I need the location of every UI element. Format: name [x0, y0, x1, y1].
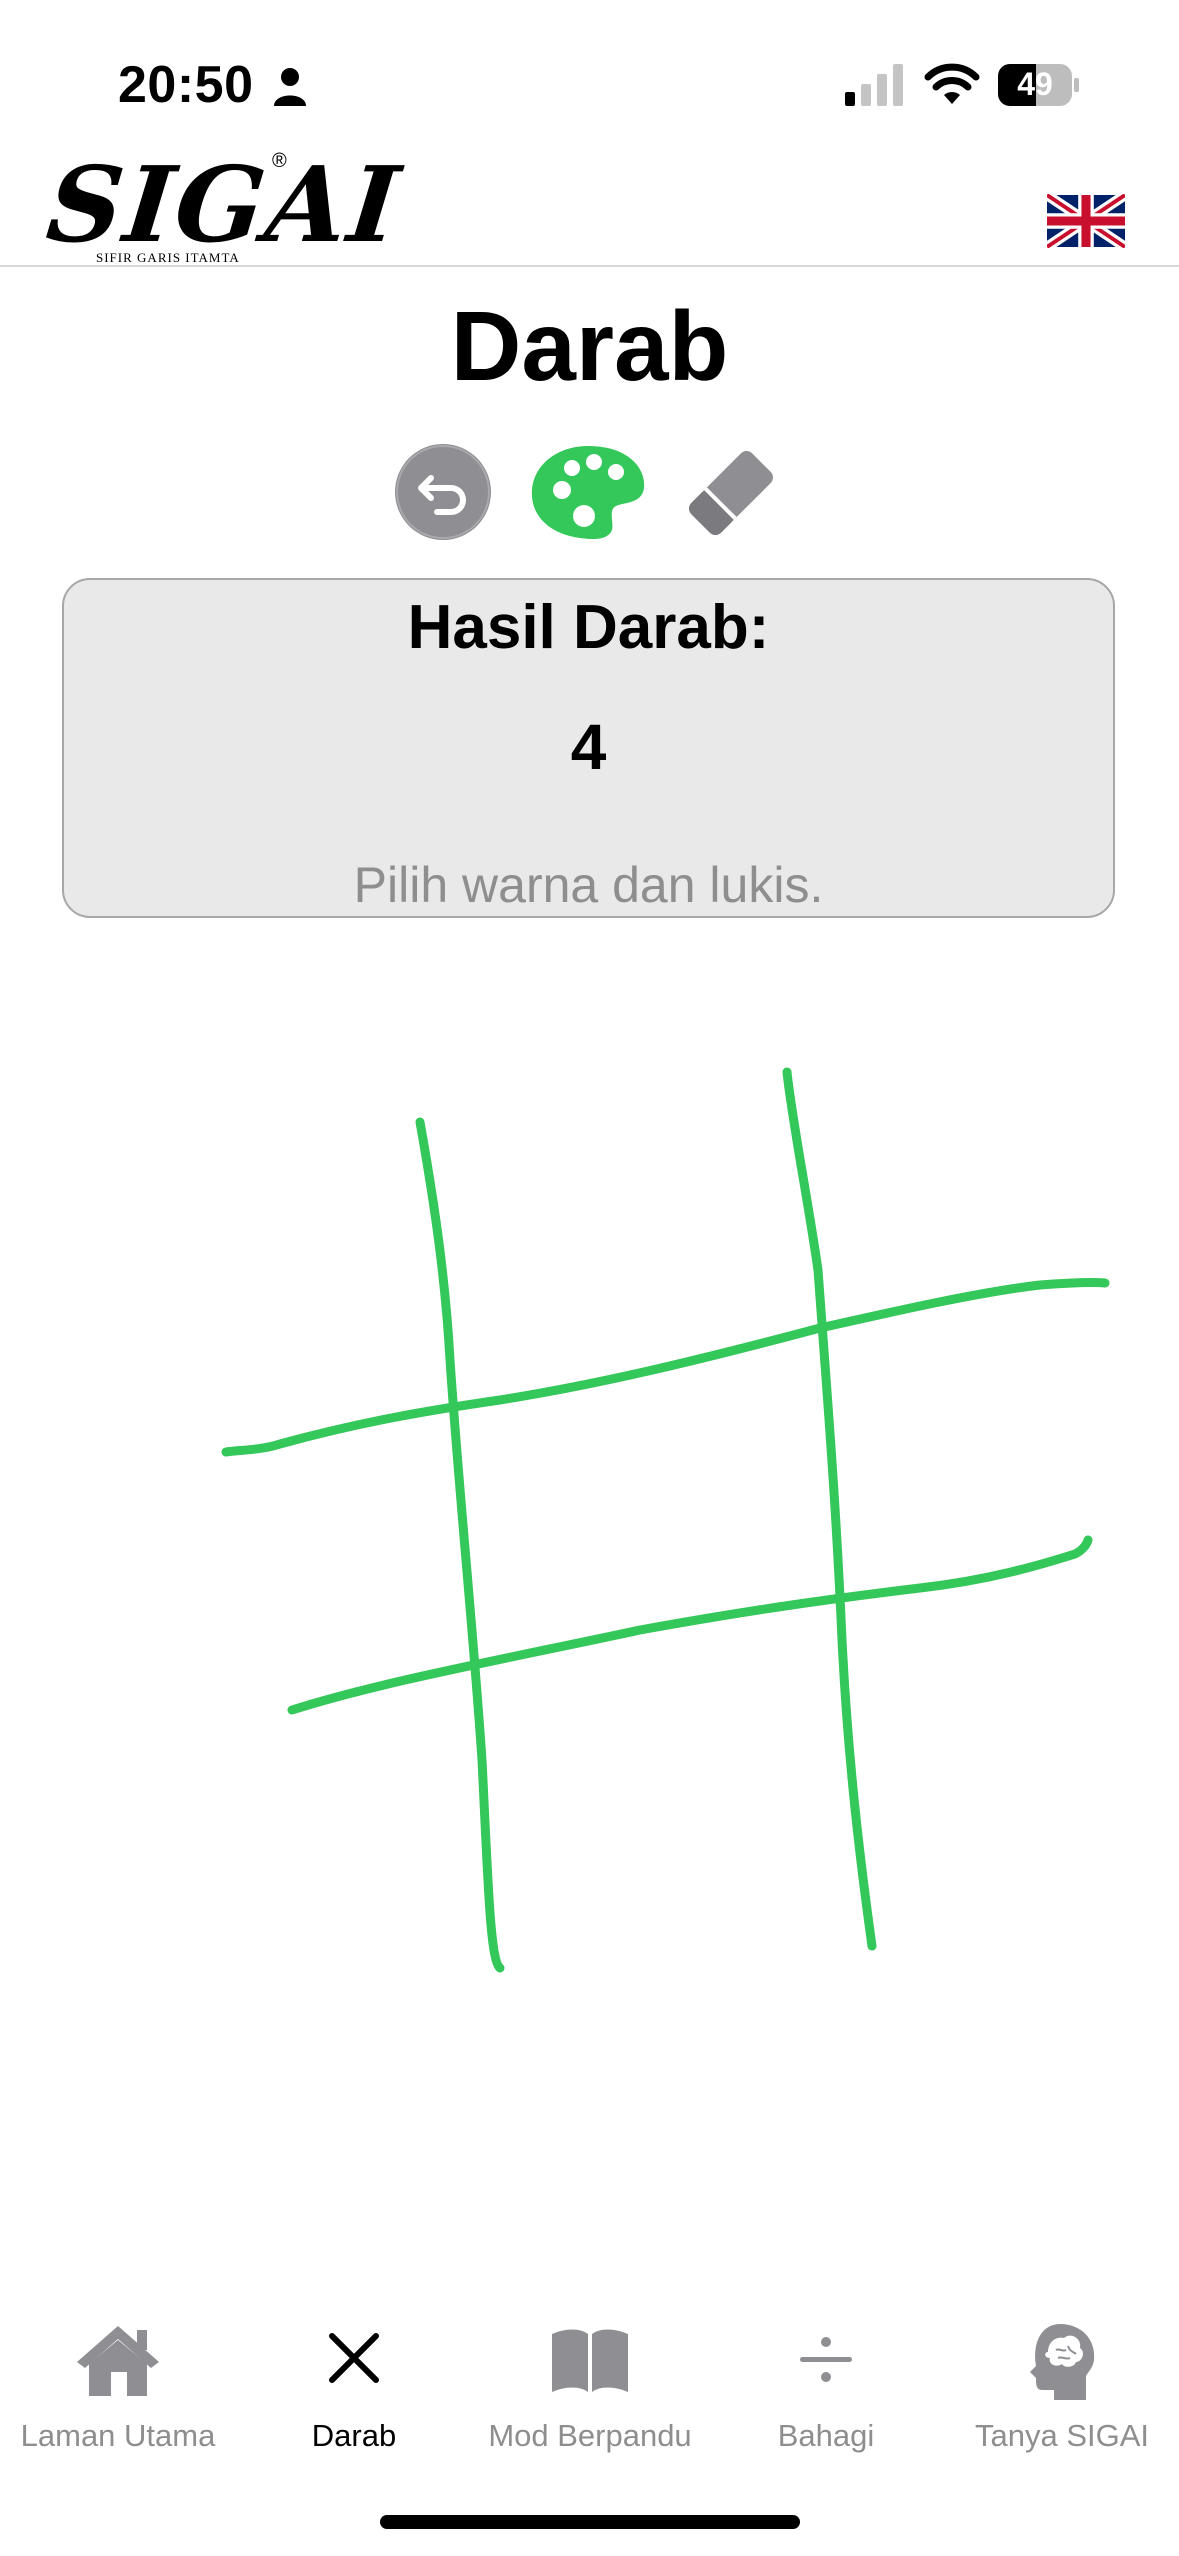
drawn-stroke [221, 1277, 1110, 1457]
cellular-signal-icon [845, 64, 903, 106]
wifi-icon [924, 63, 980, 104]
tab-label: Bahagi [777, 2418, 875, 2453]
result-hint: Pilih warna dan lukis. [353, 857, 824, 913]
drawing-canvas[interactable] [0, 940, 1179, 2280]
tab-bahagi[interactable]: Bahagi [708, 2300, 944, 2470]
tab-label: Laman Utama [20, 2418, 216, 2453]
tab-tanya-sigai[interactable]: Tanya SIGAI [944, 2300, 1179, 2470]
drawn-stroke [782, 1067, 877, 1951]
tab-label: Tanya SIGAI [974, 2418, 1150, 2453]
logo-text: SIGAI [41, 143, 407, 266]
battery-level: 49 [1017, 66, 1053, 102]
tab-mod-berpandu[interactable]: Mod Berpandu [472, 2300, 708, 2470]
tab-darab[interactable]: Darab [236, 2300, 472, 2470]
tab-laman-utama[interactable]: Laman Utama [0, 2300, 236, 2470]
logo-registered-mark: ® [272, 150, 287, 172]
undo-icon[interactable] [393, 442, 493, 542]
tab-label: Mod Berpandu [488, 2418, 692, 2453]
divide-icon [800, 2337, 852, 2382]
multiply-icon [329, 2333, 379, 2383]
home-indicator [380, 2515, 800, 2529]
drawn-stroke [415, 1117, 505, 1973]
book-icon [552, 2329, 628, 2392]
person-icon [274, 68, 306, 106]
tab-bar: Laman Utama Darab Mod Berpandu Bahagi Ta… [0, 2300, 1179, 2470]
status-time: 20:50 [118, 56, 254, 114]
tab-label: Darab [311, 2418, 397, 2453]
result-label: Hasil Darab: [407, 593, 770, 662]
app-logo: SIGAI ® SIFIR GARIS ITAMTA [42, 143, 407, 266]
uk-flag-icon[interactable] [1047, 194, 1125, 248]
home-icon [77, 2326, 159, 2396]
page-title: Darab [450, 291, 729, 401]
logo-subtitle: SIFIR GARIS ITAMTA [96, 250, 240, 265]
result-value: 4 [570, 711, 607, 783]
battery-indicator: 49 [998, 64, 1080, 106]
brain-head-icon [1030, 2324, 1095, 2400]
palette-icon[interactable] [528, 442, 648, 542]
eraser-icon[interactable] [680, 442, 782, 544]
drawn-stroke [287, 1535, 1093, 1715]
result-panel: Hasil Darab: 4 Pilih warna dan lukis. [62, 578, 1115, 918]
